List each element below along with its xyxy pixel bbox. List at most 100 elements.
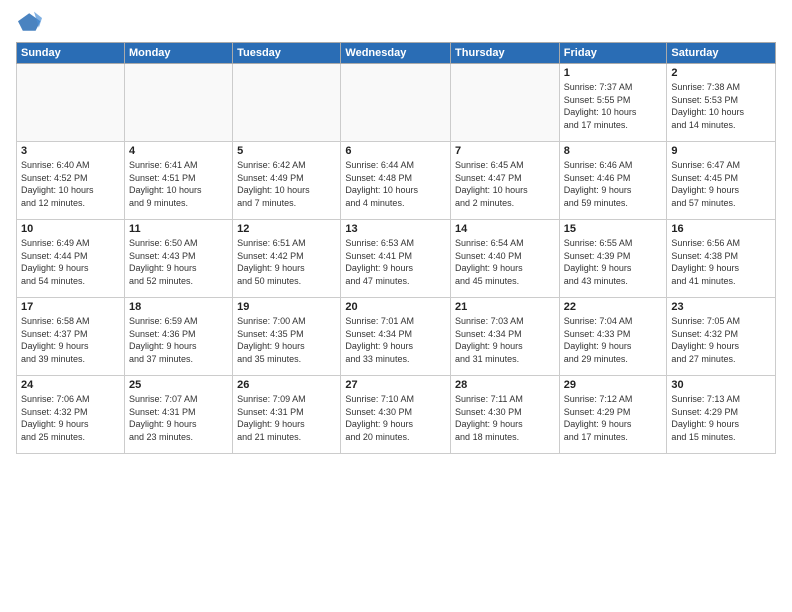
calendar-cell: 14 Sunrise: 6:54 AM Sunset: 4:40 PM Dayli… [451, 220, 560, 298]
day-info: Sunrise: 7:07 AM Sunset: 4:31 PM Dayligh… [129, 393, 228, 443]
day-info: Sunrise: 7:06 AM Sunset: 4:32 PM Dayligh… [21, 393, 120, 443]
day-number: 8 [564, 145, 663, 157]
calendar-cell: 16Sunrise: 6:56 AM Sunset: 4:38 PM Dayli… [667, 220, 776, 298]
calendar-cell: 2 Sunrise: 7:38 AM Sunset: 5:53 PM Daylig… [667, 64, 776, 142]
calendar-cell [233, 64, 341, 142]
day-number: 30 [671, 379, 771, 391]
week-row-1: 1 Sunrise: 7:37 AM Sunset: 5:55 PM Daylig… [17, 64, 776, 142]
day-number: 6 [345, 145, 446, 157]
day-number: 5 [237, 145, 336, 157]
calendar-cell: 27 Sunrise: 7:10 AM Sunset: 4:30 PM Dayli… [341, 376, 451, 454]
day-number: 1 [564, 67, 663, 79]
calendar-cell: 13Sunrise: 6:53 AM Sunset: 4:41 PM Dayli… [341, 220, 451, 298]
weekday-header-thursday: Thursday [451, 43, 560, 64]
day-number: 17 [21, 301, 120, 313]
day-info: Sunrise: 7:05 AM Sunset: 4:32 PM Dayligh… [671, 315, 771, 365]
weekday-header-monday: Monday [124, 43, 232, 64]
day-number: 2 [671, 67, 771, 79]
day-number: 25 [129, 379, 228, 391]
calendar-cell: 3Sunrise: 6:40 AM Sunset: 4:52 PM Daylig… [17, 142, 125, 220]
day-info: Sunrise: 7:38 AM Sunset: 5:53 PM Dayligh… [671, 81, 771, 131]
calendar-cell: 6 Sunrise: 6:44 AM Sunset: 4:48 PM Daylig… [341, 142, 451, 220]
calendar-cell: 8 Sunrise: 6:46 AM Sunset: 4:46 PM Daylig… [559, 142, 667, 220]
calendar-cell: 22 Sunrise: 7:04 AM Sunset: 4:33 PM Dayli… [559, 298, 667, 376]
day-info: Sunrise: 7:11 AM Sunset: 4:30 PM Dayligh… [455, 393, 555, 443]
calendar-cell: 10Sunrise: 6:49 AM Sunset: 4:44 PM Dayli… [17, 220, 125, 298]
day-info: Sunrise: 6:46 AM Sunset: 4:46 PM Dayligh… [564, 159, 663, 209]
day-number: 27 [345, 379, 446, 391]
calendar-cell: 21Sunrise: 7:03 AM Sunset: 4:34 PM Dayli… [451, 298, 560, 376]
calendar-cell: 4 Sunrise: 6:41 AM Sunset: 4:51 PM Daylig… [124, 142, 232, 220]
day-info: Sunrise: 7:10 AM Sunset: 4:30 PM Dayligh… [345, 393, 446, 443]
day-info: Sunrise: 7:09 AM Sunset: 4:31 PM Dayligh… [237, 393, 336, 443]
calendar-cell: 5 Sunrise: 6:42 AM Sunset: 4:49 PM Daylig… [233, 142, 341, 220]
calendar-cell: 29 Sunrise: 7:12 AM Sunset: 4:29 PM Dayli… [559, 376, 667, 454]
week-row-2: 3Sunrise: 6:40 AM Sunset: 4:52 PM Daylig… [17, 142, 776, 220]
calendar-cell: 19 Sunrise: 7:00 AM Sunset: 4:35 PM Dayli… [233, 298, 341, 376]
calendar-cell: 26 Sunrise: 7:09 AM Sunset: 4:31 PM Dayli… [233, 376, 341, 454]
calendar-cell [124, 64, 232, 142]
day-number: 12 [237, 223, 336, 235]
day-info: Sunrise: 6:49 AM Sunset: 4:44 PM Dayligh… [21, 237, 120, 287]
logo-icon [18, 10, 42, 34]
day-info: Sunrise: 7:04 AM Sunset: 4:33 PM Dayligh… [564, 315, 663, 365]
calendar-cell: 30 Sunrise: 7:13 AM Sunset: 4:29 PM Dayli… [667, 376, 776, 454]
day-number: 22 [564, 301, 663, 313]
weekday-header-row: SundayMondayTuesdayWednesdayThursdayFrid… [17, 43, 776, 64]
day-info: Sunrise: 6:42 AM Sunset: 4:49 PM Dayligh… [237, 159, 336, 209]
calendar-cell: 18 Sunrise: 6:59 AM Sunset: 4:36 PM Dayli… [124, 298, 232, 376]
weekday-header-tuesday: Tuesday [233, 43, 341, 64]
day-number: 19 [237, 301, 336, 313]
day-info: Sunrise: 6:45 AM Sunset: 4:47 PM Dayligh… [455, 159, 555, 209]
page: SundayMondayTuesdayWednesdayThursdayFrid… [0, 0, 792, 612]
day-number: 14 [455, 223, 555, 235]
day-number: 16 [671, 223, 771, 235]
calendar: SundayMondayTuesdayWednesdayThursdayFrid… [16, 42, 776, 454]
calendar-cell: 20Sunrise: 7:01 AM Sunset: 4:34 PM Dayli… [341, 298, 451, 376]
calendar-cell: 1 Sunrise: 7:37 AM Sunset: 5:55 PM Daylig… [559, 64, 667, 142]
day-number: 26 [237, 379, 336, 391]
calendar-cell: 23Sunrise: 7:05 AM Sunset: 4:32 PM Dayli… [667, 298, 776, 376]
day-number: 28 [455, 379, 555, 391]
day-info: Sunrise: 6:51 AM Sunset: 4:42 PM Dayligh… [237, 237, 336, 287]
day-info: Sunrise: 7:00 AM Sunset: 4:35 PM Dayligh… [237, 315, 336, 365]
day-number: 9 [671, 145, 771, 157]
day-number: 11 [129, 223, 228, 235]
day-info: Sunrise: 6:55 AM Sunset: 4:39 PM Dayligh… [564, 237, 663, 287]
weekday-header-saturday: Saturday [667, 43, 776, 64]
day-number: 18 [129, 301, 228, 313]
calendar-cell: 15 Sunrise: 6:55 AM Sunset: 4:39 PM Dayli… [559, 220, 667, 298]
day-info: Sunrise: 7:03 AM Sunset: 4:34 PM Dayligh… [455, 315, 555, 365]
day-number: 15 [564, 223, 663, 235]
day-number: 20 [345, 301, 446, 313]
day-info: Sunrise: 6:59 AM Sunset: 4:36 PM Dayligh… [129, 315, 228, 365]
day-info: Sunrise: 7:13 AM Sunset: 4:29 PM Dayligh… [671, 393, 771, 443]
weekday-header-wednesday: Wednesday [341, 43, 451, 64]
calendar-cell: 7 Sunrise: 6:45 AM Sunset: 4:47 PM Daylig… [451, 142, 560, 220]
calendar-cell [451, 64, 560, 142]
calendar-cell [17, 64, 125, 142]
day-info: Sunrise: 6:44 AM Sunset: 4:48 PM Dayligh… [345, 159, 446, 209]
calendar-cell: 24Sunrise: 7:06 AM Sunset: 4:32 PM Dayli… [17, 376, 125, 454]
day-info: Sunrise: 7:12 AM Sunset: 4:29 PM Dayligh… [564, 393, 663, 443]
day-info: Sunrise: 6:58 AM Sunset: 4:37 PM Dayligh… [21, 315, 120, 365]
calendar-cell: 11 Sunrise: 6:50 AM Sunset: 4:43 PM Dayli… [124, 220, 232, 298]
day-info: Sunrise: 6:54 AM Sunset: 4:40 PM Dayligh… [455, 237, 555, 287]
calendar-cell: 9 Sunrise: 6:47 AM Sunset: 4:45 PM Daylig… [667, 142, 776, 220]
weekday-header-sunday: Sunday [17, 43, 125, 64]
weekday-header-friday: Friday [559, 43, 667, 64]
day-number: 7 [455, 145, 555, 157]
day-info: Sunrise: 6:50 AM Sunset: 4:43 PM Dayligh… [129, 237, 228, 287]
day-info: Sunrise: 6:47 AM Sunset: 4:45 PM Dayligh… [671, 159, 771, 209]
day-number: 4 [129, 145, 228, 157]
day-info: Sunrise: 6:40 AM Sunset: 4:52 PM Dayligh… [21, 159, 120, 209]
week-row-4: 17 Sunrise: 6:58 AM Sunset: 4:37 PM Dayli… [17, 298, 776, 376]
calendar-cell [341, 64, 451, 142]
calendar-cell: 25 Sunrise: 7:07 AM Sunset: 4:31 PM Dayli… [124, 376, 232, 454]
day-info: Sunrise: 6:41 AM Sunset: 4:51 PM Dayligh… [129, 159, 228, 209]
day-number: 13 [345, 223, 446, 235]
week-row-3: 10Sunrise: 6:49 AM Sunset: 4:44 PM Dayli… [17, 220, 776, 298]
calendar-cell: 12 Sunrise: 6:51 AM Sunset: 4:42 PM Dayli… [233, 220, 341, 298]
day-info: Sunrise: 7:37 AM Sunset: 5:55 PM Dayligh… [564, 81, 663, 131]
day-number: 29 [564, 379, 663, 391]
